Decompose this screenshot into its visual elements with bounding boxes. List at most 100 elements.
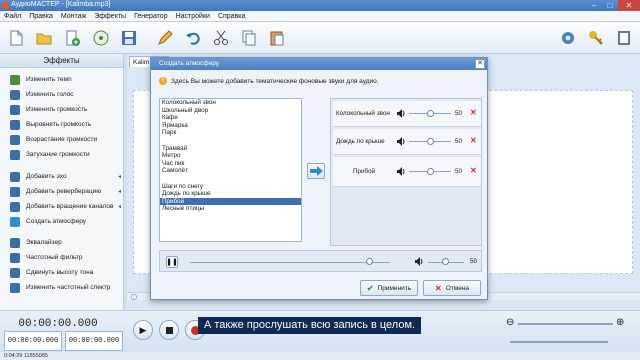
- paste-button[interactable]: [264, 25, 290, 51]
- selection-start-field[interactable]: 00:00:00.000: [4, 331, 62, 351]
- window-titlebar: АудиоМАСТЕР - [Kalimba.mp3] – □ ✕: [0, 0, 640, 11]
- cut-button[interactable]: [208, 25, 234, 51]
- sound-volume-value: 50: [455, 110, 463, 117]
- reverb-icon: [10, 186, 20, 197]
- echo-icon: [10, 171, 20, 182]
- list-separator: [160, 137, 301, 145]
- sidebar-item-tempo[interactable]: Изменить темп: [0, 73, 124, 86]
- list-item[interactable]: Ярмарка: [160, 122, 301, 130]
- voice-icon: [10, 89, 20, 100]
- add-sound-button[interactable]: [307, 163, 325, 179]
- filter-icon: [10, 252, 20, 263]
- slider-knob[interactable]: [427, 138, 434, 145]
- atmosphere-icon: [10, 216, 20, 227]
- menu-settings[interactable]: Настройки: [172, 11, 214, 21]
- record-cd-button[interactable]: [88, 25, 114, 51]
- delete-icon[interactable]: ✕: [470, 137, 477, 145]
- edit-button[interactable]: [152, 25, 178, 51]
- sound-volume-value: 50: [455, 168, 463, 175]
- sidebar-item-reverb[interactable]: Добавить реверберацию ◂: [0, 185, 124, 198]
- sidebar-item-voice[interactable]: Изменить голос: [0, 88, 124, 101]
- menu-edit[interactable]: Правка: [25, 11, 57, 21]
- close-window-icon[interactable]: ✕: [618, 0, 640, 11]
- maximize-icon[interactable]: □: [602, 0, 618, 11]
- list-item[interactable]: Кафе: [160, 114, 301, 122]
- cancel-label: Отмена: [445, 284, 470, 292]
- effects-sidebar: Эффекты Изменить темп Изменить голос Изм…: [0, 54, 124, 310]
- zoom-in-icon[interactable]: ⊕: [616, 317, 624, 328]
- list-item[interactable]: Парк: [160, 129, 301, 137]
- fade-in-icon: [10, 134, 20, 145]
- delete-icon[interactable]: ✕: [470, 167, 477, 175]
- tempo-icon: [10, 74, 20, 85]
- sidebar-header: Эффекты: [0, 54, 123, 68]
- copy-button[interactable]: [236, 25, 262, 51]
- close-icon[interactable]: ✕: [475, 59, 485, 69]
- menu-effects[interactable]: Эффекты: [90, 11, 130, 21]
- minimize-icon[interactable]: –: [586, 0, 602, 11]
- rotate-channels-icon: [10, 201, 20, 212]
- sidebar-item-filter[interactable]: Частотный фильтр: [0, 251, 124, 264]
- list-item[interactable]: Час пик: [160, 160, 301, 168]
- undo-button[interactable]: [180, 25, 206, 51]
- sidebar-item-volume[interactable]: Изменить громкость: [0, 103, 124, 116]
- sidebar-item-fade-in[interactable]: Возрастание громкости: [0, 133, 124, 146]
- menu-file[interactable]: Файл: [0, 11, 25, 21]
- preview-progress-slider[interactable]: [190, 262, 390, 263]
- sidebar-item-equalizer[interactable]: Эквалайзер: [0, 236, 124, 249]
- list-item[interactable]: Трамвай: [160, 145, 301, 153]
- sidebar-item-spectrum[interactable]: Изменить частотный спектр: [0, 281, 124, 294]
- help-icon: [618, 31, 630, 45]
- list-item[interactable]: Дождь по крыше: [160, 190, 301, 198]
- new-file-button[interactable]: [3, 25, 29, 51]
- sidebar-item-atmosphere[interactable]: Создать атмосферу: [0, 215, 124, 228]
- sidebar-item-pitch[interactable]: Сдвинуть высоту тона: [0, 266, 124, 279]
- list-item[interactable]: Шаги по снегу: [160, 183, 301, 191]
- list-item[interactable]: Метро: [160, 152, 301, 160]
- dialog-titlebar: Создать атмосферу ✕: [151, 58, 487, 70]
- settings-button[interactable]: [555, 25, 581, 51]
- menu-generator[interactable]: Генератор: [130, 11, 172, 21]
- cancel-button[interactable]: ✕ Отмена: [423, 280, 481, 296]
- sidebar-item-fade-out[interactable]: Затухание громкости: [0, 148, 124, 161]
- volume-slider-track[interactable]: [510, 341, 608, 343]
- atmosphere-list[interactable]: Колокольный звон Школьный двор Кафе Ярма…: [159, 98, 302, 242]
- zoom-out-icon[interactable]: ⊖: [506, 317, 514, 328]
- list-item[interactable]: Самолёт: [160, 167, 301, 175]
- submenu-arrow-icon: ◂: [117, 174, 121, 180]
- stop-button[interactable]: [159, 320, 179, 340]
- delete-icon[interactable]: ✕: [470, 109, 477, 117]
- list-item[interactable]: Лесные птицы: [160, 205, 301, 213]
- activation-key-button[interactable]: [583, 25, 609, 51]
- menu-montage[interactable]: Монтаж: [57, 11, 90, 21]
- add-file-button[interactable]: [59, 25, 85, 51]
- help-button[interactable]: [611, 25, 637, 51]
- volume-icon: [10, 104, 20, 115]
- slider-knob[interactable]: [427, 168, 434, 175]
- slider-knob[interactable]: [366, 258, 373, 265]
- preview-pause-button[interactable]: ❚❚: [166, 256, 178, 268]
- open-file-button[interactable]: [31, 25, 57, 51]
- slider-knob[interactable]: [442, 258, 449, 265]
- save-button[interactable]: [116, 25, 142, 51]
- list-item-selected[interactable]: Прибой: [160, 197, 301, 206]
- save-icon: [122, 31, 136, 45]
- speaker-icon: [415, 257, 423, 266]
- selection-end-field[interactable]: 00:00:00.000: [65, 331, 123, 351]
- sound-name: Прибой: [353, 168, 376, 175]
- list-item[interactable]: Колокольный звон: [160, 99, 301, 107]
- window-controls: – □ ✕: [586, 0, 640, 11]
- zoom-slider-track[interactable]: [518, 323, 613, 325]
- sidebar-item-rotate-channels[interactable]: Добавить вращение каналов ◂: [0, 200, 124, 213]
- sound-row: Дождь по крыше 50 ✕: [333, 129, 481, 155]
- scroll-thumb[interactable]: [131, 294, 137, 300]
- sidebar-item-echo[interactable]: Добавить эхо ◂: [0, 170, 124, 183]
- apply-button[interactable]: ✔ Применить: [360, 280, 418, 296]
- slider-knob[interactable]: [427, 110, 434, 117]
- cd-icon: [93, 30, 109, 46]
- folder-icon: [36, 33, 52, 45]
- list-item[interactable]: Школьный двор: [160, 107, 301, 115]
- play-button[interactable]: ▶: [133, 320, 153, 340]
- sidebar-item-normalize[interactable]: Выровнять громкость: [0, 118, 124, 131]
- menu-help[interactable]: Справка: [214, 11, 249, 21]
